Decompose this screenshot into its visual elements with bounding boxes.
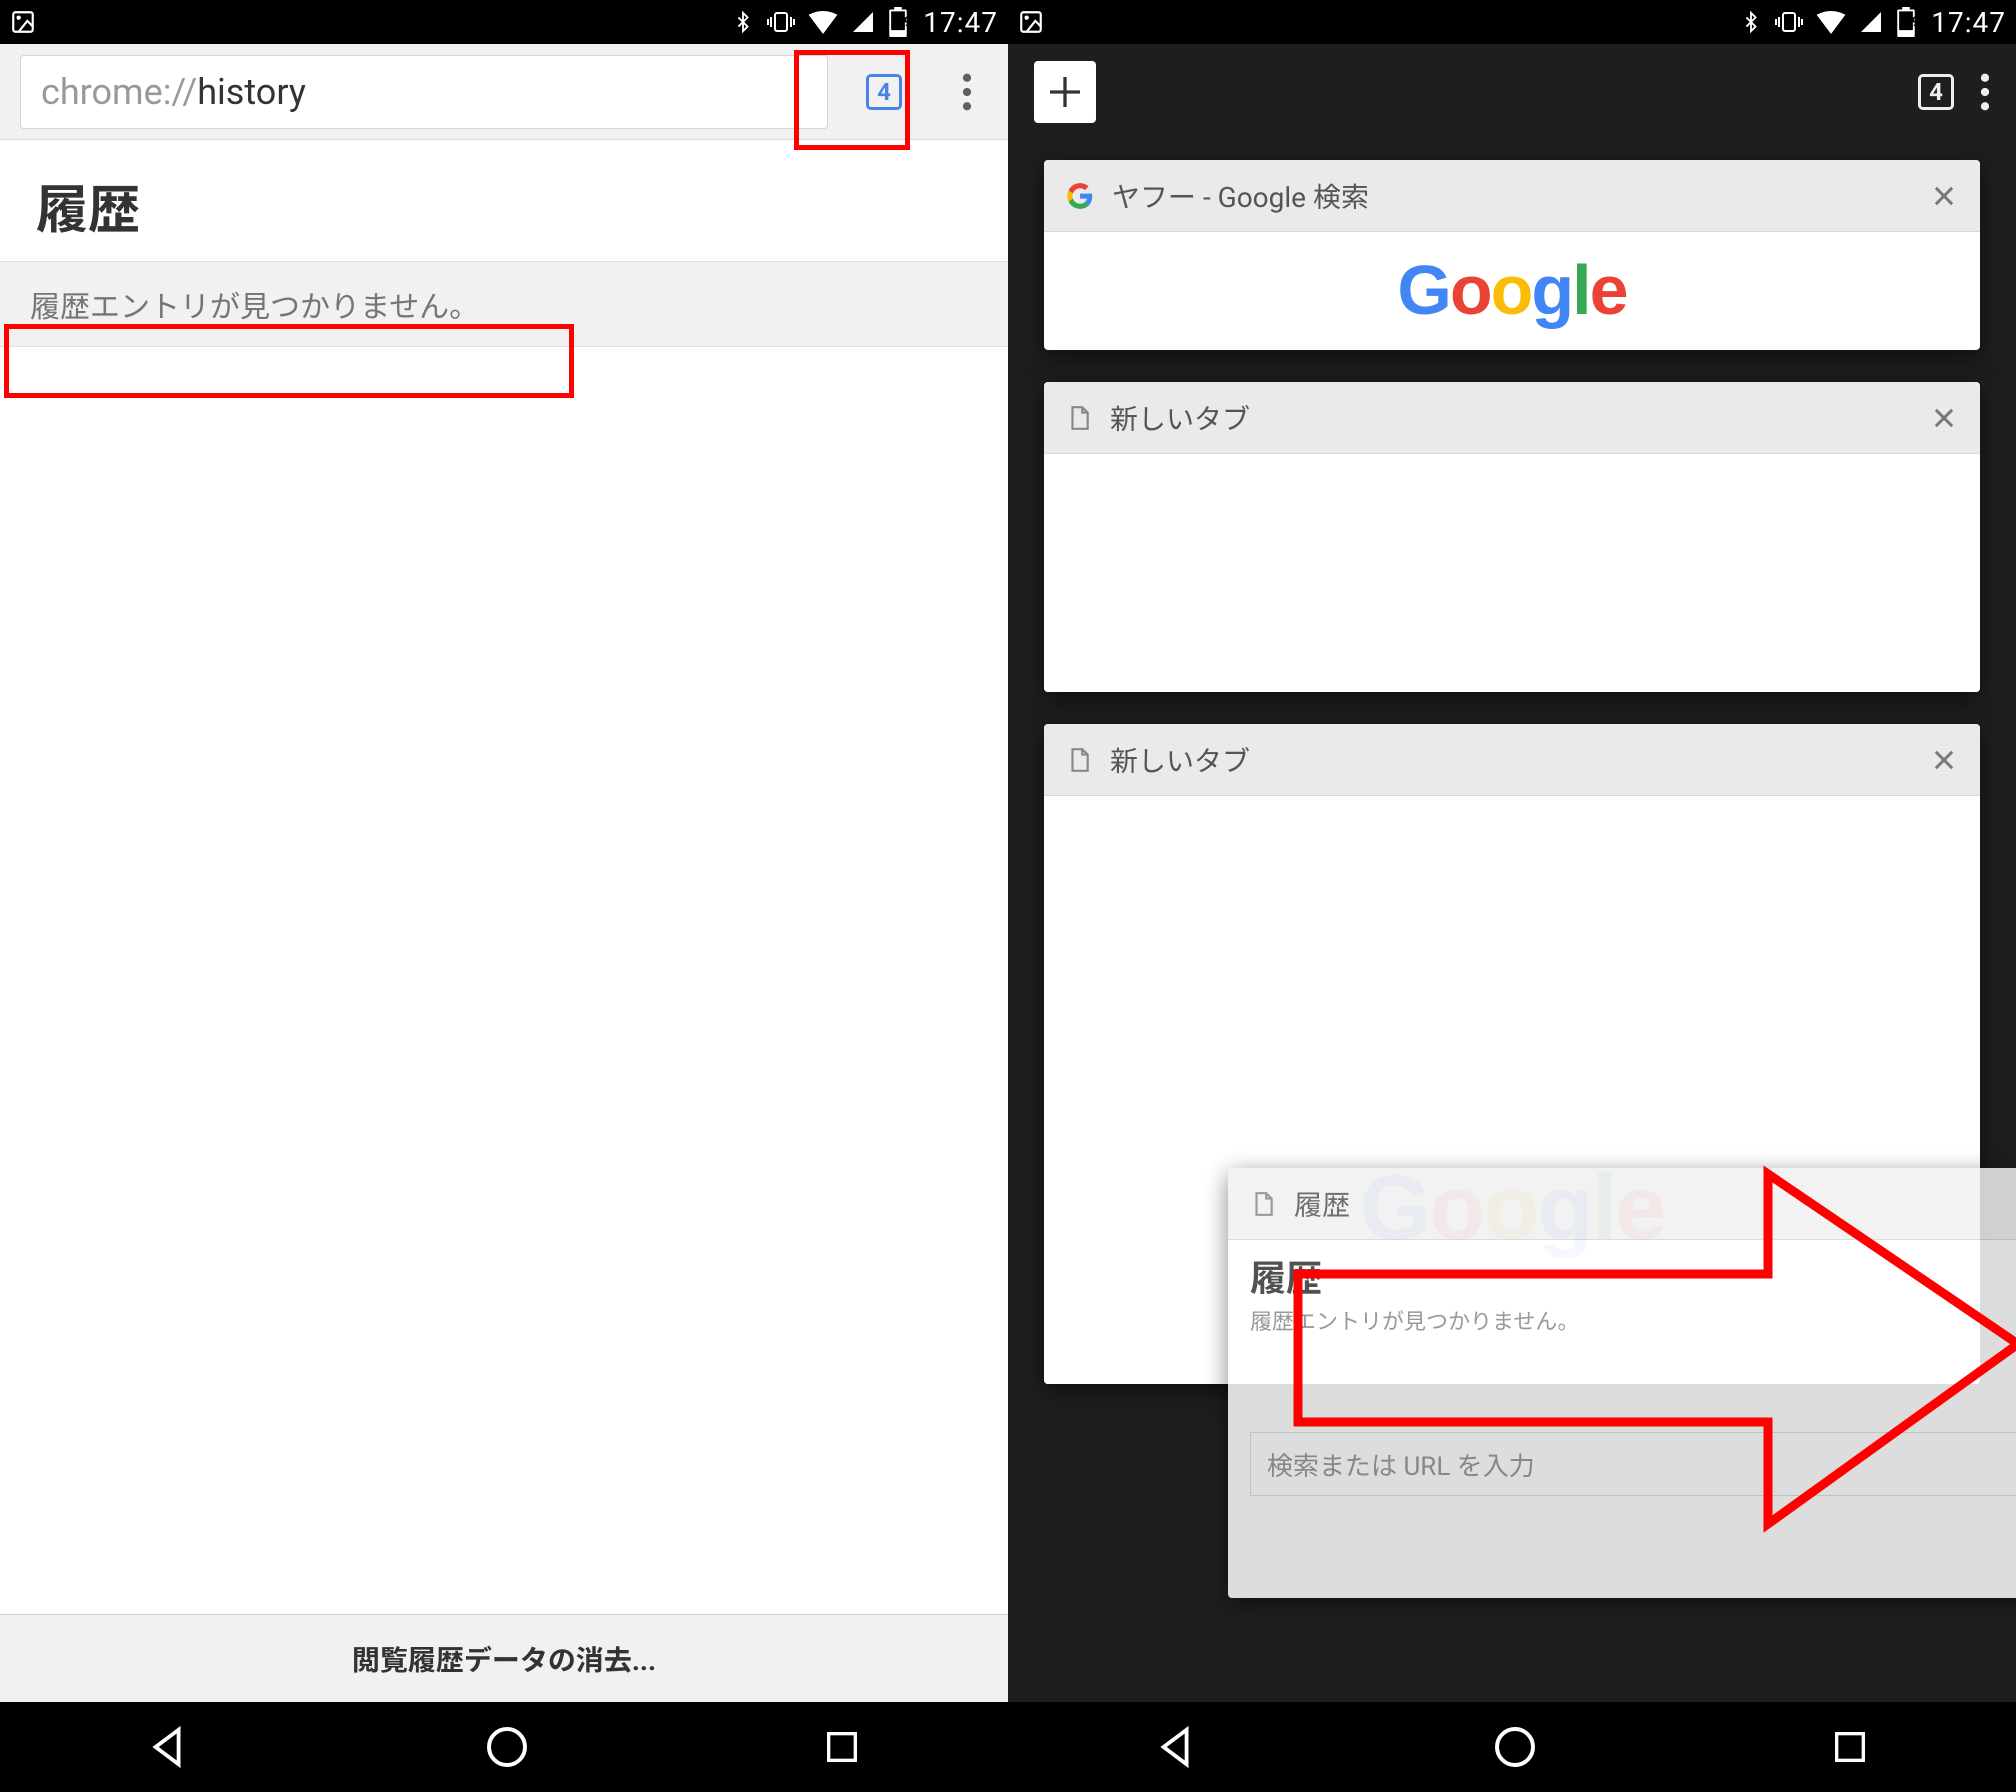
page-icon (1066, 403, 1092, 433)
battery-level-text: 19 (1904, 15, 1919, 30)
tab-title: 新しいタブ (1110, 740, 1930, 780)
tab-title: ヤフー - Google 検索 (1112, 176, 1930, 216)
close-tab-button[interactable] (1930, 746, 1958, 774)
close-icon (1930, 182, 1958, 210)
image-notification-icon (10, 9, 36, 35)
phone-right: 19 17:47 4 ヤフー - Google 検索 (1008, 0, 2016, 1792)
tab-title: 新しいタブ (1110, 398, 1930, 438)
android-nav-bar (0, 1702, 1008, 1792)
tab-card[interactable]: 新しいタブ (1044, 382, 1980, 692)
new-tab-button[interactable] (1034, 61, 1096, 123)
page-icon (1066, 745, 1092, 775)
menu-button[interactable] (932, 73, 1002, 111)
tab-count: 4 (866, 74, 902, 110)
bluetooth-icon (732, 8, 754, 36)
back-button[interactable] (146, 1724, 192, 1770)
tab-title: 履歴 (1294, 1184, 2016, 1224)
phone-left: 19 17:47 chrome://history 4 履歴 履歴エントリが見つ… (0, 0, 1008, 1792)
overview-button[interactable] (822, 1727, 862, 1767)
clear-browsing-data-button[interactable]: 閲覧履歴データの消去... (0, 1614, 1008, 1702)
url-path: history (197, 71, 306, 113)
close-tab-button[interactable] (1930, 404, 1958, 432)
image-notification-icon (1018, 9, 1044, 35)
signal-icon (1858, 10, 1884, 34)
bluetooth-icon (1740, 8, 1762, 36)
search-input[interactable]: 検索または URL を入力 (1250, 1432, 2016, 1496)
page-icon (1250, 1189, 1276, 1219)
url-scheme: chrome:// (41, 71, 197, 113)
vibrate-icon (1774, 9, 1804, 35)
tab-card[interactable]: ヤフー - Google 検索 Google (1044, 160, 1980, 350)
address-bar[interactable]: chrome://history (20, 55, 828, 129)
plus-icon (1045, 72, 1085, 112)
wifi-icon (808, 10, 838, 34)
switcher-toolbar: 4 (1008, 44, 2016, 140)
tab-count[interactable]: 4 (1918, 74, 1954, 110)
close-icon (1930, 404, 1958, 432)
google-logo: Google (1044, 232, 1980, 330)
wifi-icon (1816, 10, 1846, 34)
vibrate-icon (766, 9, 796, 35)
tab-card-dragging[interactable]: 履歴 履歴 履歴エントリが見つかりません。 検索または URL を入力 (1228, 1168, 2016, 1598)
menu-button[interactable] (1980, 73, 1990, 111)
status-bar: 19 17:47 (1008, 0, 2016, 44)
signal-icon (850, 10, 876, 34)
home-button[interactable] (1491, 1723, 1539, 1771)
status-bar: 19 17:47 (0, 0, 1008, 44)
chrome-toolbar: chrome://history 4 (0, 44, 1008, 140)
overview-button[interactable] (1830, 1727, 1870, 1767)
close-tab-button[interactable] (1930, 182, 1958, 210)
card-history-empty: 履歴エントリが見つかりません。 (1228, 1304, 2016, 1350)
clock: 17:47 (1931, 6, 2006, 39)
android-nav-bar (1008, 1702, 2016, 1792)
history-empty-message: 履歴エントリが見つかりません。 (0, 261, 1008, 347)
more-vert-icon (962, 73, 972, 111)
page-title: 履歴 (0, 140, 1008, 261)
more-vert-icon (1980, 73, 1990, 111)
google-g-icon (1066, 182, 1094, 210)
battery-level-text: 19 (896, 15, 911, 30)
clock: 17:47 (923, 6, 998, 39)
search-placeholder: 検索または URL を入力 (1267, 1446, 2016, 1483)
close-icon (1930, 746, 1958, 774)
home-button[interactable] (483, 1723, 531, 1771)
back-button[interactable] (1154, 1724, 1200, 1770)
history-page: 履歴 履歴エントリが見つかりません。 閲覧履歴データの消去... (0, 140, 1008, 1702)
tab-switcher-button[interactable]: 4 (836, 44, 932, 140)
card-history-title: 履歴 (1228, 1244, 2016, 1304)
tab-switcher: 4 ヤフー - Google 検索 Google 新しい (1008, 44, 2016, 1702)
